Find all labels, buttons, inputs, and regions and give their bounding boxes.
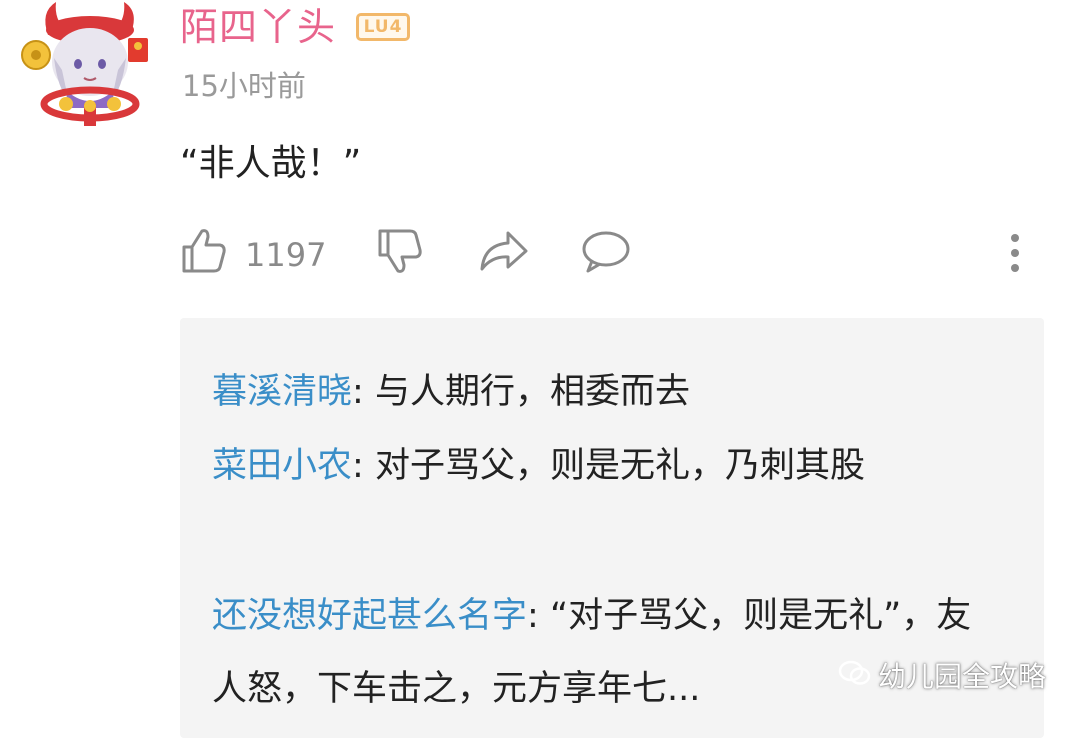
reply-button[interactable] [580, 225, 632, 285]
reply-separator: : [527, 596, 550, 636]
user-avatar[interactable] [18, 0, 168, 130]
watermark-text: 幼儿园全攻略 [878, 660, 1047, 693]
thumbs-up-icon [182, 229, 226, 273]
comment-action-bar [0, 225, 1080, 285]
reply-text: 对子骂父，则是无礼，乃刺其股 [374, 446, 865, 486]
like-count: 1197 [245, 236, 327, 274]
reply-item[interactable]: 暮溪清晓: 与人期行，相委而去 [212, 356, 992, 429]
reply-separator: : [352, 446, 375, 486]
reply-separator: : [352, 372, 375, 412]
share-button[interactable] [478, 225, 530, 285]
more-options-button[interactable] [1000, 225, 1030, 285]
reply-text: 与人期行，相委而去 [374, 372, 690, 412]
user-level-badge: LU4 [356, 13, 410, 41]
reply-author[interactable]: 还没想好起甚么名字 [212, 596, 527, 636]
comment-timestamp: 15小时前 [182, 69, 306, 103]
thumbs-down-icon [378, 229, 422, 273]
reply-item[interactable]: 菜田小农: 对子骂父，则是无礼，乃刺其股 [212, 430, 992, 503]
like-button[interactable] [180, 225, 230, 285]
watermark: 幼儿园全攻略 [838, 655, 1046, 699]
comment-username[interactable]: 陌四丫头 [180, 2, 336, 52]
comment-body: “非人哉！” [180, 143, 362, 184]
avatar-image [21, 2, 148, 126]
dislike-button[interactable] [376, 225, 426, 285]
wechat-icon [838, 656, 872, 700]
share-icon [480, 231, 528, 271]
reply-author[interactable]: 菜田小农 [212, 446, 352, 486]
comment-bubble-icon [582, 231, 630, 273]
more-vertical-icon [1011, 234, 1019, 272]
reply-item[interactable]: 还没想好起甚么名字: “对子骂父，则是无礼”，友人怒，下车击之，元方享年七... [212, 580, 992, 726]
reply-author[interactable]: 暮溪清晓 [212, 372, 352, 412]
